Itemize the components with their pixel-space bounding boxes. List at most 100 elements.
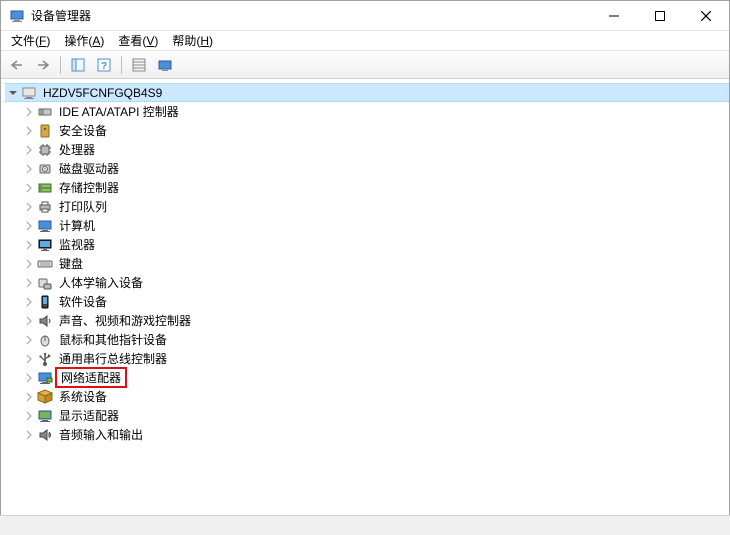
category-node: 安全设备 bbox=[21, 121, 729, 140]
back-button[interactable] bbox=[5, 54, 29, 76]
maximize-button[interactable] bbox=[637, 1, 683, 30]
expand-arrow-icon[interactable] bbox=[21, 427, 37, 443]
statusbar bbox=[0, 515, 730, 535]
expand-arrow-icon[interactable] bbox=[21, 104, 37, 120]
expand-arrow-icon[interactable] bbox=[21, 180, 37, 196]
category-row-processor[interactable]: 处理器 bbox=[21, 140, 729, 159]
expand-arrow-icon[interactable] bbox=[21, 123, 37, 139]
category-row-display[interactable]: 显示适配器 bbox=[21, 406, 729, 425]
category-label: 通用串行总线控制器 bbox=[57, 349, 169, 368]
expand-arrow-icon[interactable] bbox=[21, 370, 37, 386]
ide-icon bbox=[37, 104, 53, 120]
menu-view[interactable]: 查看(V) bbox=[112, 31, 164, 50]
display-icon bbox=[37, 408, 53, 424]
category-row-hid[interactable]: 人体学输入设备 bbox=[21, 273, 729, 292]
category-row-ide[interactable]: IDE ATA/ATAPI 控制器 bbox=[21, 102, 729, 121]
window-controls bbox=[591, 1, 729, 30]
category-row-mouse[interactable]: 鼠标和其他指针设备 bbox=[21, 330, 729, 349]
category-node: 存储控制器 bbox=[21, 178, 729, 197]
close-button[interactable] bbox=[683, 1, 729, 30]
category-row-network[interactable]: 网络适配器 bbox=[21, 368, 729, 387]
audio-icon bbox=[37, 427, 53, 443]
expand-arrow-icon[interactable] bbox=[21, 294, 37, 310]
software-icon bbox=[37, 294, 53, 310]
hid-icon bbox=[37, 275, 53, 291]
category-label: 网络适配器 bbox=[55, 367, 127, 388]
category-label: 安全设备 bbox=[57, 121, 109, 140]
usb-icon bbox=[37, 351, 53, 367]
category-label: 显示适配器 bbox=[57, 406, 121, 425]
keyboard-icon bbox=[37, 256, 53, 272]
expand-arrow-icon[interactable] bbox=[21, 275, 37, 291]
category-label: 音频输入和输出 bbox=[57, 425, 145, 444]
expand-arrow-icon[interactable] bbox=[21, 313, 37, 329]
expand-arrow-icon[interactable] bbox=[21, 351, 37, 367]
menubar: 文件(F) 操作(A) 查看(V) 帮助(H) bbox=[1, 31, 729, 51]
toolbar: ? bbox=[1, 51, 729, 79]
device-tree-container[interactable]: HZDV5FCNFGQB4S9 IDE ATA/ATAPI 控制器安全设备处理器… bbox=[1, 79, 729, 514]
category-list: IDE ATA/ATAPI 控制器安全设备处理器磁盘驱动器存储控制器打印队列计算… bbox=[5, 102, 729, 444]
category-node: 音频输入和输出 bbox=[21, 425, 729, 444]
category-row-storage[interactable]: 存储控制器 bbox=[21, 178, 729, 197]
category-row-usb[interactable]: 通用串行总线控制器 bbox=[21, 349, 729, 368]
category-row-system[interactable]: 系统设备 bbox=[21, 387, 729, 406]
expand-arrow-icon[interactable] bbox=[21, 142, 37, 158]
separator bbox=[60, 56, 61, 74]
category-row-keyboard[interactable]: 键盘 bbox=[21, 254, 729, 273]
category-label: 软件设备 bbox=[57, 292, 109, 311]
category-label: 存储控制器 bbox=[57, 178, 121, 197]
computer-icon bbox=[21, 85, 37, 101]
expand-arrow-icon[interactable] bbox=[21, 408, 37, 424]
menu-action[interactable]: 操作(A) bbox=[58, 31, 110, 50]
scan-hardware-button[interactable] bbox=[127, 54, 151, 76]
category-node: 通用串行总线控制器 bbox=[21, 349, 729, 368]
category-row-monitor[interactable]: 监视器 bbox=[21, 235, 729, 254]
devices-by-type-button[interactable] bbox=[153, 54, 177, 76]
category-node: 鼠标和其他指针设备 bbox=[21, 330, 729, 349]
computer-root-row[interactable]: HZDV5FCNFGQB4S9 bbox=[5, 83, 729, 102]
svg-text:?: ? bbox=[101, 61, 107, 72]
expand-arrow-icon[interactable] bbox=[21, 161, 37, 177]
category-node: 系统设备 bbox=[21, 387, 729, 406]
sound-icon bbox=[37, 313, 53, 329]
category-row-disk[interactable]: 磁盘驱动器 bbox=[21, 159, 729, 178]
category-row-computer[interactable]: 计算机 bbox=[21, 216, 729, 235]
minimize-button[interactable] bbox=[591, 1, 637, 30]
category-node: IDE ATA/ATAPI 控制器 bbox=[21, 102, 729, 121]
processor-icon bbox=[37, 142, 53, 158]
forward-button[interactable] bbox=[31, 54, 55, 76]
expand-arrow-icon[interactable] bbox=[21, 237, 37, 253]
expand-arrow-icon[interactable] bbox=[21, 389, 37, 405]
category-row-printer[interactable]: 打印队列 bbox=[21, 197, 729, 216]
window-title: 设备管理器 bbox=[31, 7, 591, 24]
category-row-audio[interactable]: 音频输入和输出 bbox=[21, 425, 729, 444]
category-label: 键盘 bbox=[57, 254, 85, 273]
category-row-software[interactable]: 软件设备 bbox=[21, 292, 729, 311]
category-label: IDE ATA/ATAPI 控制器 bbox=[57, 102, 181, 121]
category-row-security[interactable]: 安全设备 bbox=[21, 121, 729, 140]
category-node: 键盘 bbox=[21, 254, 729, 273]
computer-name-label: HZDV5FCNFGQB4S9 bbox=[41, 85, 164, 101]
printer-icon bbox=[37, 199, 53, 215]
menu-file[interactable]: 文件(F) bbox=[5, 31, 56, 50]
show-hide-tree-button[interactable] bbox=[66, 54, 90, 76]
expand-arrow-icon[interactable] bbox=[5, 85, 21, 101]
category-node: 监视器 bbox=[21, 235, 729, 254]
expand-arrow-icon[interactable] bbox=[21, 199, 37, 215]
category-label: 磁盘驱动器 bbox=[57, 159, 121, 178]
category-node: 软件设备 bbox=[21, 292, 729, 311]
category-row-sound[interactable]: 声音、视频和游戏控制器 bbox=[21, 311, 729, 330]
expand-arrow-icon[interactable] bbox=[21, 332, 37, 348]
menu-help[interactable]: 帮助(H) bbox=[166, 31, 219, 50]
category-label: 监视器 bbox=[57, 235, 97, 254]
network-icon bbox=[37, 370, 53, 386]
expand-arrow-icon[interactable] bbox=[21, 218, 37, 234]
category-node: 磁盘驱动器 bbox=[21, 159, 729, 178]
help-button[interactable]: ? bbox=[92, 54, 116, 76]
disk-icon bbox=[37, 161, 53, 177]
expand-arrow-icon[interactable] bbox=[21, 256, 37, 272]
category-node: 打印队列 bbox=[21, 197, 729, 216]
category-node: 声音、视频和游戏控制器 bbox=[21, 311, 729, 330]
category-label: 鼠标和其他指针设备 bbox=[57, 330, 169, 349]
category-label: 系统设备 bbox=[57, 387, 109, 406]
